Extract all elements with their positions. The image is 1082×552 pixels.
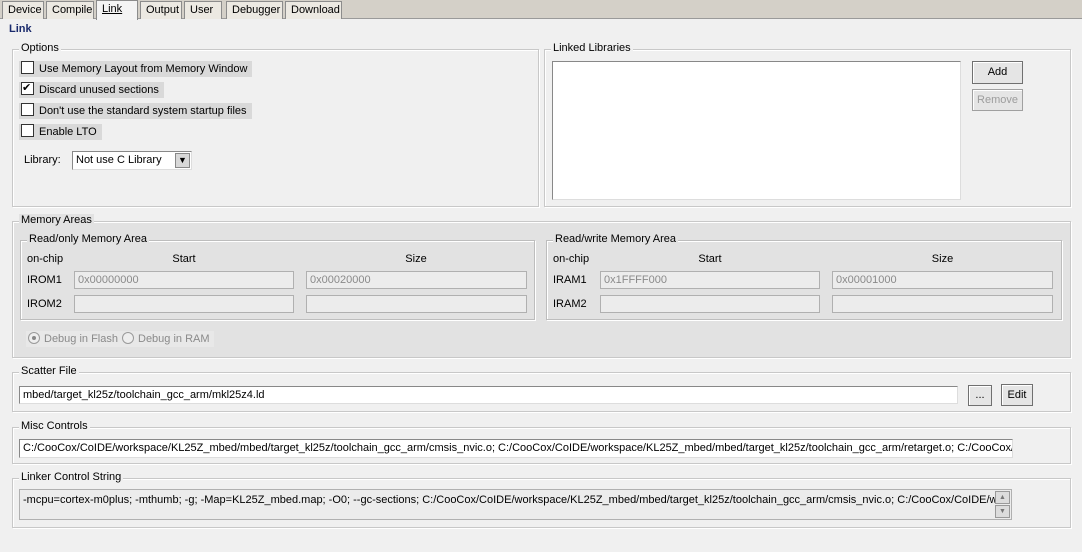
debug-in-ram-label: Debug in RAM (138, 333, 210, 345)
checkbox-box[interactable] (21, 61, 34, 74)
iram2-label: IRAM2 (553, 298, 587, 310)
library-label: Library: (24, 154, 61, 166)
tab-user[interactable]: User (184, 1, 222, 19)
scatter-browse-button[interactable]: ... (968, 385, 992, 406)
readonly-memory-legend: Read/only Memory Area (27, 233, 149, 245)
linked-libraries-legend: Linked Libraries (551, 42, 633, 54)
irom2-start-input[interactable] (74, 295, 294, 313)
checkbox-box[interactable] (21, 124, 34, 137)
misc-controls-legend: Misc Controls (19, 420, 90, 432)
linked-libraries-list[interactable] (552, 61, 961, 200)
remove-library-button[interactable]: Remove (972, 89, 1023, 111)
iram2-start-input[interactable] (600, 295, 820, 313)
linker-control-legend: Linker Control String (19, 471, 124, 483)
scatter-file-input[interactable]: mbed/target_kl25z/toolchain_gcc_arm/mkl2… (19, 386, 958, 404)
irom1-label: IROM1 (27, 274, 62, 286)
radio-selected-icon (28, 332, 40, 344)
page-title: Link (9, 23, 32, 35)
scroll-down-icon[interactable]: ▼ (995, 505, 1010, 518)
tab-download[interactable]: Download (285, 1, 342, 19)
tab-bar: Device Compile Link Output User Debugger… (0, 0, 1082, 20)
linker-control-text: -mcpu=cortex-m0plus; -mthumb; -g; -Map=K… (23, 494, 1004, 506)
readwrite-start-header: Start (698, 253, 722, 265)
debug-in-flash-radio[interactable]: Debug in Flash (26, 331, 122, 347)
linker-control-textarea[interactable]: -mcpu=cortex-m0plus; -mthumb; -g; -Map=K… (19, 489, 1012, 520)
scatter-edit-button[interactable]: Edit (1001, 384, 1033, 406)
checkbox-enable-lto[interactable]: Enable LTO (19, 124, 102, 140)
iram2-size-input[interactable] (832, 295, 1053, 313)
checkbox-no-startup-files[interactable]: Don't use the standard system startup fi… (19, 103, 252, 119)
tab-compile[interactable]: Compile (46, 1, 94, 19)
scroll-up-icon[interactable]: ▲ (995, 491, 1010, 504)
checkbox-label: Discard unused sections (39, 84, 159, 96)
tab-link[interactable]: Link (96, 0, 138, 20)
irom1-start-input[interactable]: 0x00000000 (74, 271, 294, 289)
radio-unselected-icon (122, 332, 134, 344)
checkbox-use-memory-layout[interactable]: Use Memory Layout from Memory Window (19, 61, 253, 77)
debug-in-ram-radio[interactable]: Debug in RAM (120, 331, 214, 347)
readonly-onchip-label: on-chip (27, 253, 64, 265)
memory-areas-legend: Memory Areas (19, 214, 94, 226)
irom2-label: IROM2 (27, 298, 62, 310)
irom2-size-input[interactable] (306, 295, 527, 313)
iram1-size-input[interactable]: 0x00001000 (832, 271, 1053, 289)
tab-debugger[interactable]: Debugger (226, 1, 283, 19)
tab-output[interactable]: Output (140, 1, 182, 19)
add-library-button[interactable]: Add (972, 61, 1023, 84)
options-legend: Options (19, 42, 61, 54)
checkbox-discard-unused[interactable]: Discard unused sections (19, 80, 164, 98)
readwrite-onchip-label: on-chip (553, 253, 590, 265)
checkbox-label: Enable LTO (39, 126, 97, 138)
tab-device[interactable]: Device (2, 1, 44, 19)
debug-in-flash-label: Debug in Flash (44, 333, 118, 345)
iram1-label: IRAM1 (553, 274, 587, 286)
misc-controls-input[interactable]: C:/CooCox/CoIDE/workspace/KL25Z_mbed/mbe… (19, 439, 1013, 458)
readwrite-memory-legend: Read/write Memory Area (553, 233, 679, 245)
readonly-start-header: Start (172, 253, 196, 265)
checkbox-box[interactable] (21, 103, 34, 116)
irom1-size-input[interactable]: 0x00020000 (306, 271, 527, 289)
checkbox-box[interactable] (21, 80, 34, 96)
library-select-value: Not use C Library (76, 154, 162, 166)
scatter-file-legend: Scatter File (19, 365, 79, 377)
readwrite-size-header: Size (931, 253, 954, 265)
chevron-down-icon[interactable]: ▼ (175, 153, 190, 168)
library-select[interactable]: Not use C Library ▼ (72, 151, 192, 170)
iram1-start-input[interactable]: 0x1FFFF000 (600, 271, 820, 289)
checkbox-label: Use Memory Layout from Memory Window (39, 63, 248, 75)
checkbox-label: Don't use the standard system startup fi… (39, 105, 247, 117)
readonly-size-header: Size (405, 253, 427, 265)
